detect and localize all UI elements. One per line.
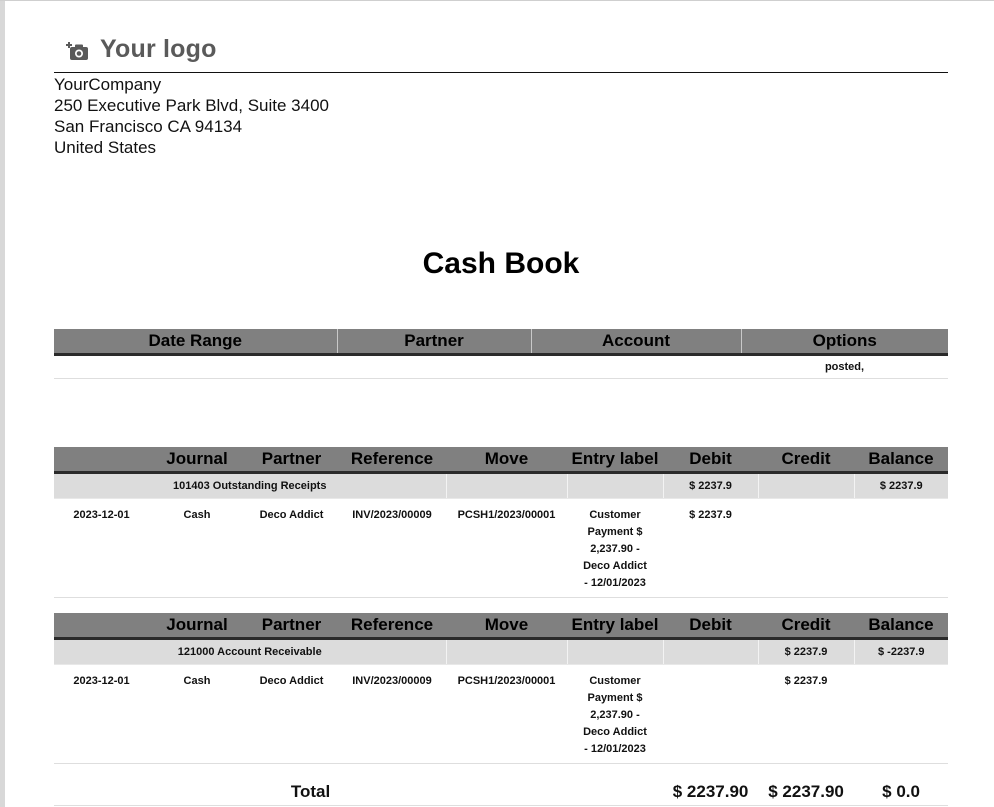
company-name: YourCompany (54, 75, 162, 94)
account-ledger-table: Journal Partner Reference Move Entry lab… (54, 447, 948, 598)
column-header-entry-label: Entry label (567, 613, 663, 640)
account-credit (758, 472, 855, 499)
line-move: PCSH1/2023/00001 (446, 498, 567, 598)
total-credit: $ 2237.90 (758, 779, 855, 806)
filter-value-date-range (54, 354, 337, 379)
account-ledger-table: Journal Partner Reference Move Entry lab… (54, 613, 948, 764)
filter-header-date-range: Date Range (54, 329, 338, 356)
column-header-date (54, 613, 149, 640)
column-header-balance: Balance (854, 613, 948, 640)
line-partner: Deco Addict (245, 664, 338, 764)
account-summary-move (446, 638, 568, 665)
account-name: 101403 Outstanding Receipts (54, 472, 447, 499)
line-partner: Deco Addict (245, 498, 338, 598)
company-city: San Francisco CA 94134 (54, 117, 243, 136)
column-header-credit: Credit (758, 447, 854, 474)
filter-value-partner (337, 354, 531, 379)
totals-row: Total $ 2237.90 $ 2237.90 $ 0.0 (54, 779, 949, 806)
column-header-journal: Journal (149, 447, 245, 474)
account-summary-row: 121000 Account Receivable $ 2237.9 $ -22… (54, 638, 948, 665)
totals-table: Total $ 2237.90 $ 2237.90 $ 0.0 (54, 779, 949, 806)
filters-value-row: posted, (54, 354, 948, 379)
total-label: Total (54, 779, 568, 806)
line-reference: INV/2023/00009 (338, 664, 446, 764)
account-summary-move (446, 472, 568, 499)
page-left-edge (0, 0, 5, 807)
column-header-reference: Reference (338, 447, 446, 474)
line-balance (854, 664, 948, 764)
page-top-edge (0, 0, 994, 1)
ledger-header-row: Journal Partner Reference Move Entry lab… (54, 447, 948, 474)
table-row: 2023-12-01 Cash Deco Addict INV/2023/000… (54, 664, 948, 764)
line-journal: Cash (149, 664, 245, 764)
filter-value-options: posted, (741, 354, 948, 379)
account-summary-label (567, 638, 664, 665)
line-date: 2023-12-01 (54, 664, 149, 764)
column-header-move: Move (446, 447, 567, 474)
total-debit: $ 2237.90 (663, 779, 759, 806)
line-date: 2023-12-01 (54, 498, 149, 598)
account-summary-label (567, 472, 664, 499)
account-summary-row: 101403 Outstanding Receipts $ 2237.9 $ 2… (54, 472, 948, 499)
filter-value-account (531, 354, 741, 379)
filter-header-account: Account (531, 329, 742, 356)
company-address: YourCompany 250 Executive Park Blvd, Sui… (54, 74, 329, 158)
account-credit: $ 2237.9 (758, 638, 855, 665)
column-header-balance: Balance (854, 447, 948, 474)
filters-table: Date Range Partner Account Options poste… (54, 329, 948, 379)
account-name: 121000 Account Receivable (54, 638, 447, 665)
filter-header-options: Options (741, 329, 948, 356)
account-balance: $ -2237.9 (854, 638, 948, 665)
column-header-partner: Partner (245, 447, 338, 474)
column-header-entry-label: Entry label (567, 447, 663, 474)
total-balance: $ 0.0 (854, 779, 949, 806)
line-journal: Cash (149, 498, 245, 598)
company-country: United States (54, 138, 157, 157)
line-reference: INV/2023/00009 (338, 498, 446, 598)
line-entry-label: Customer Payment $ 2,237.90 - Deco Addic… (567, 664, 663, 764)
column-header-credit: Credit (758, 613, 854, 640)
account-balance: $ 2237.9 (854, 472, 948, 499)
line-credit (758, 498, 854, 598)
line-balance (854, 498, 948, 598)
total-spacer (567, 779, 664, 806)
column-header-move: Move (446, 613, 567, 640)
logo-text: Your logo (100, 34, 217, 63)
column-header-partner: Partner (245, 613, 338, 640)
report-page: Your logo YourCompany 250 Executive Park… (0, 0, 994, 807)
column-header-debit: Debit (663, 613, 758, 640)
line-entry-label: Customer Payment $ 2,237.90 - Deco Addic… (567, 498, 663, 598)
table-row: 2023-12-01 Cash Deco Addict INV/2023/000… (54, 498, 948, 598)
line-move: PCSH1/2023/00001 (446, 664, 567, 764)
camera-add-icon (66, 39, 90, 60)
line-debit (663, 664, 758, 764)
account-debit (663, 638, 759, 665)
account-debit: $ 2237.9 (663, 472, 759, 499)
column-header-debit: Debit (663, 447, 758, 474)
header-divider (54, 72, 948, 73)
company-logo: Your logo (66, 30, 217, 68)
line-debit: $ 2237.9 (663, 498, 758, 598)
column-header-date (54, 447, 149, 474)
filters-header-row: Date Range Partner Account Options (54, 329, 948, 356)
line-credit: $ 2237.9 (758, 664, 854, 764)
column-header-journal: Journal (149, 613, 245, 640)
filter-header-partner: Partner (337, 329, 532, 356)
company-street: 250 Executive Park Blvd, Suite 3400 (54, 96, 329, 115)
column-header-reference: Reference (338, 613, 446, 640)
ledger-header-row: Journal Partner Reference Move Entry lab… (54, 613, 948, 640)
page-title: Cash Book (422, 247, 580, 280)
